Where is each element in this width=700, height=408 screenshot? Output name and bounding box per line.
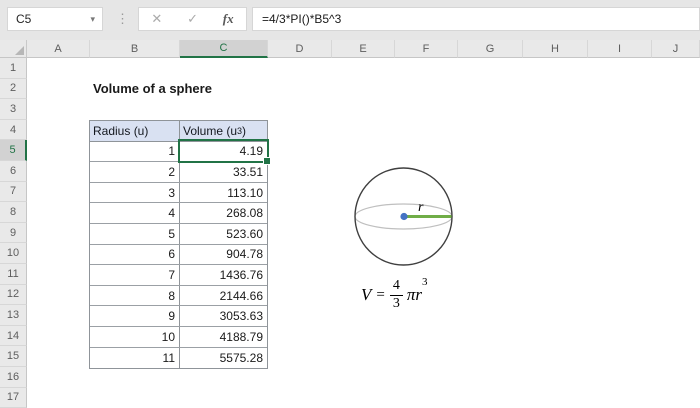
column-header-F[interactable]: F: [395, 40, 458, 58]
sphere-diagram[interactable]: r: [350, 163, 458, 271]
row-header-1[interactable]: 1: [0, 58, 27, 79]
row-header-17[interactable]: 17: [0, 388, 27, 408]
row-header-12[interactable]: 12: [0, 285, 27, 306]
radius-cell[interactable]: 8: [90, 286, 180, 306]
row-headers: 1234567891011121314151617: [0, 58, 27, 408]
column-header-row: ABCDEFGHIJ: [0, 40, 700, 58]
column-header-I[interactable]: I: [588, 40, 652, 58]
table-row: 82144.66: [90, 286, 267, 307]
table-row: 4268.08: [90, 203, 267, 224]
fill-handle[interactable]: [263, 157, 271, 165]
row-header-8[interactable]: 8: [0, 202, 27, 223]
row-header-14[interactable]: 14: [0, 326, 27, 347]
column-header-E[interactable]: E: [332, 40, 395, 58]
table-row: 5523.60: [90, 224, 267, 245]
formula-fraction: 4 3: [390, 278, 403, 311]
row-header-3[interactable]: 3: [0, 99, 27, 120]
volume-header-cell[interactable]: Volume (u3): [180, 121, 267, 141]
row-header-13[interactable]: 13: [0, 305, 27, 326]
radius-cell[interactable]: 7: [90, 265, 180, 285]
radius-cell[interactable]: 11: [90, 348, 180, 369]
formula-buttons-box: ✕ ✓ fx: [138, 7, 247, 31]
formula-bar-region: C5 ▾ ⋮ ✕ ✓ fx =4/3*PI()*B5^3: [0, 0, 700, 40]
radius-label: r: [418, 200, 424, 215]
volume-cell[interactable]: 113.10: [180, 183, 267, 203]
row-header-7[interactable]: 7: [0, 182, 27, 203]
formula-lhs: V: [361, 285, 371, 305]
select-all-corner[interactable]: [0, 40, 27, 58]
column-header-B[interactable]: B: [90, 40, 180, 58]
column-header-J[interactable]: J: [652, 40, 700, 58]
volume-cell[interactable]: 4188.79: [180, 327, 267, 347]
volume-cell[interactable]: 2144.66: [180, 286, 267, 306]
formula-text: =4/3*PI()*B5^3: [262, 12, 341, 26]
radius-cell[interactable]: 4: [90, 203, 180, 223]
toolbar-separator-dots-icon: ⋮: [116, 7, 129, 31]
table-body: 14.19233.513113.104268.085523.606904.787…: [90, 142, 267, 369]
column-header-H[interactable]: H: [523, 40, 588, 58]
table-row: 93053.63: [90, 306, 267, 327]
name-box-dropdown-icon[interactable]: ▾: [90, 14, 102, 25]
column-header-D[interactable]: D: [268, 40, 332, 58]
row-header-4[interactable]: 4: [0, 120, 27, 141]
volume-cell[interactable]: 523.60: [180, 224, 267, 244]
radius-cell[interactable]: 10: [90, 327, 180, 347]
table-row: 71436.76: [90, 265, 267, 286]
table-row: 3113.10: [90, 183, 267, 204]
radius-cell[interactable]: 3: [90, 183, 180, 203]
radius-header-cell[interactable]: Radius (u): [90, 121, 180, 141]
volume-cell[interactable]: 1436.76: [180, 265, 267, 285]
column-header-C[interactable]: C: [180, 40, 268, 58]
table-row: 115575.28: [90, 348, 267, 369]
table-row: 233.51: [90, 162, 267, 183]
row-header-5[interactable]: 5: [0, 140, 27, 161]
formula-equals: =: [376, 287, 384, 304]
radius-cell[interactable]: 9: [90, 306, 180, 326]
radius-cell[interactable]: 6: [90, 245, 180, 265]
formula-bar-input[interactable]: =4/3*PI()*B5^3: [252, 7, 700, 31]
name-box[interactable]: C5 ▾: [7, 7, 103, 31]
row-header-11[interactable]: 11: [0, 264, 27, 285]
volume-cell[interactable]: 904.78: [180, 245, 267, 265]
row-header-16[interactable]: 16: [0, 367, 27, 388]
volume-formula[interactable]: V = 4 3 πr 3: [361, 272, 428, 318]
row-header-10[interactable]: 10: [0, 243, 27, 264]
volume-cell[interactable]: 5575.28: [180, 348, 267, 369]
insert-function-icon[interactable]: fx: [223, 11, 234, 27]
enter-icon[interactable]: ✓: [187, 11, 198, 27]
radius-cell[interactable]: 1: [90, 142, 180, 162]
column-header-A[interactable]: A: [27, 40, 90, 58]
name-box-value: C5: [16, 12, 31, 26]
sheet-title-cell[interactable]: Volume of a sphere: [93, 81, 212, 96]
radius-cell[interactable]: 2: [90, 162, 180, 182]
active-cell-selection[interactable]: [178, 139, 269, 163]
column-header-G[interactable]: G: [458, 40, 523, 58]
table-row: 104188.79: [90, 327, 267, 348]
column-headers: ABCDEFGHIJ: [27, 40, 700, 58]
volume-cell[interactable]: 3053.63: [180, 306, 267, 326]
row-header-2[interactable]: 2: [0, 79, 27, 100]
row-header-9[interactable]: 9: [0, 223, 27, 244]
table-row: 6904.78: [90, 245, 267, 266]
volume-cell[interactable]: 33.51: [180, 162, 267, 182]
row-header-15[interactable]: 15: [0, 346, 27, 367]
row-header-6[interactable]: 6: [0, 161, 27, 182]
volume-cell[interactable]: 268.08: [180, 203, 267, 223]
cancel-icon[interactable]: ✕: [151, 11, 162, 27]
formula-pi-r: πr: [407, 285, 422, 305]
formula-exponent: 3: [422, 276, 428, 288]
center-dot: [400, 213, 407, 220]
radius-cell[interactable]: 5: [90, 224, 180, 244]
